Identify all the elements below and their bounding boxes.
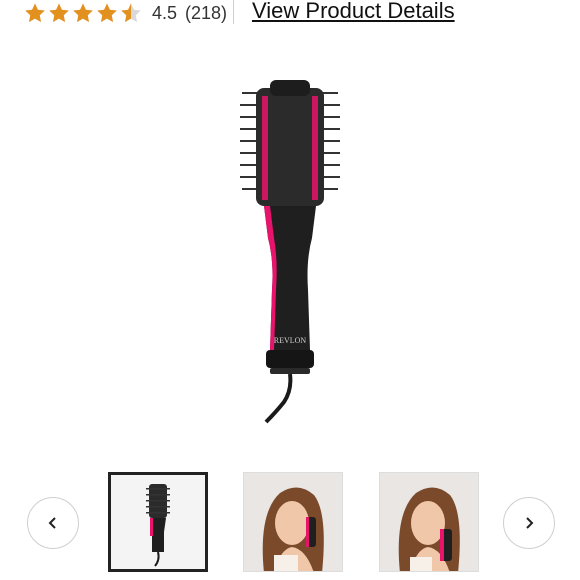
star-icon [97,3,117,23]
half-star-icon [121,3,141,23]
rating-value: 4.5 [152,2,178,23]
thumbnail-model-image [244,473,342,571]
star-icon [49,3,69,23]
chevron-right-icon [526,517,534,529]
header-divider [233,0,234,24]
thumbnail-model-image [380,473,478,571]
review-count: (218) [185,2,228,23]
brand-logo: REVLON [274,336,307,345]
thumbnail-brush[interactable] [108,472,208,572]
thumbnail-brush-image [108,472,208,572]
chevron-left-icon [48,517,56,529]
rating-summary: 4.5 (218) [24,0,227,26]
next-image-button[interactable] [503,497,555,549]
star-rating [24,2,144,24]
previous-image-button[interactable] [27,497,79,549]
thumbnail-model-1[interactable] [243,472,343,572]
star-icon [25,3,45,23]
view-product-details-link[interactable]: View Product Details [252,0,455,24]
star-icon [73,3,93,23]
thumbnail-model-2[interactable] [379,472,479,572]
product-image[interactable]: REVLON [200,60,380,440]
